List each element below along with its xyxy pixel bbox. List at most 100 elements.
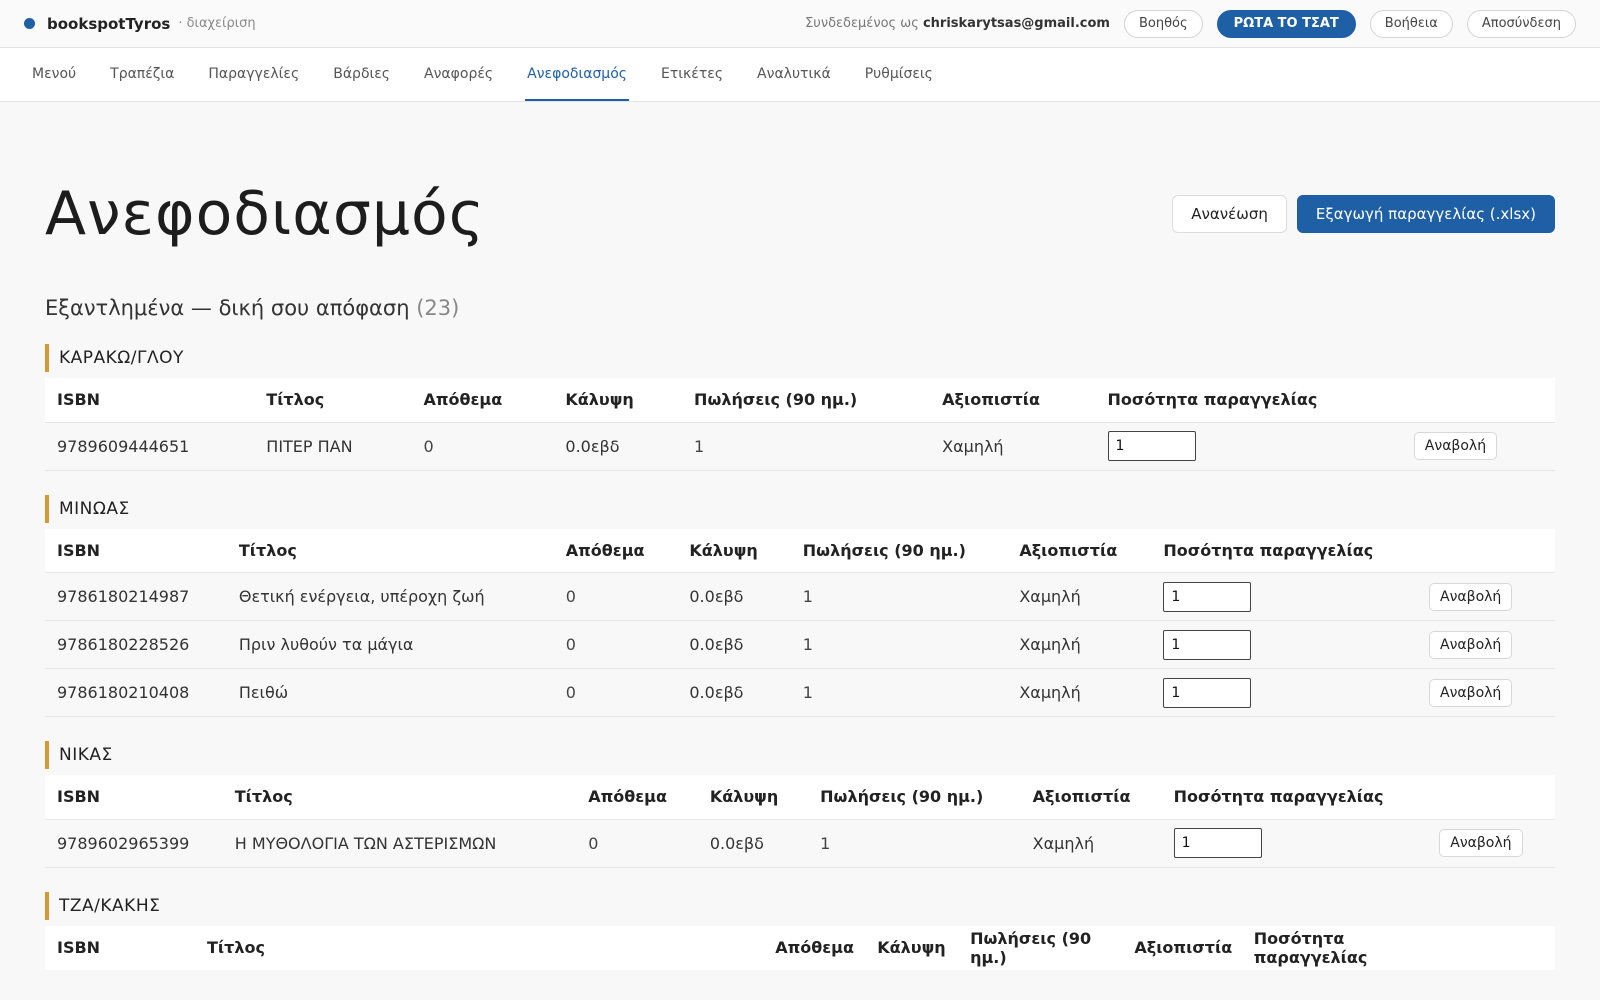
column-header-actions [1417, 925, 1555, 970]
reliability-cell: Χαμηλή [1020, 818, 1162, 868]
defer-button[interactable]: Αναβολή [1429, 582, 1513, 611]
brand-subtitle: · διαχείριση [178, 16, 256, 31]
column-header-stock: Απόθεμα [576, 775, 698, 819]
column-header-order-qty: Ποσότητα παραγγελίας [1241, 925, 1418, 970]
supplier-heading: ΚΑΡΑΚΩ/ΓΛΟΥ [45, 344, 1555, 372]
defer-button[interactable]: Αναβολή [1439, 829, 1523, 857]
title-cell: Πριν λυθούν τα μάγια [226, 620, 554, 669]
column-header-reliability: Αξιοπιστία [1007, 528, 1152, 573]
user-email: chriskarytsas@gmail.com [922, 16, 1110, 31]
main-nav: Μενού Τραπέζια Παραγγελίες Βάρδιες Αναφορές Α… [0, 48, 1600, 102]
brand-name: bookspotTyros [47, 14, 171, 33]
coverage-cell: 0.0εβδ [677, 668, 791, 717]
reliability-cell: Χαμηλή [1007, 668, 1152, 717]
tab-8[interactable]: Ρυθμίσεις [863, 48, 935, 101]
column-header-actions [1401, 378, 1555, 422]
order-qty-input[interactable] [1163, 629, 1252, 660]
order-qty-input[interactable] [1163, 677, 1252, 708]
sales-cell: 1 [790, 572, 1008, 621]
order-qty-input[interactable] [1107, 431, 1196, 461]
section-count: (23) [416, 296, 460, 320]
table-row: 9789602965399 Η ΜΥΘΟΛΟΓΙΑ ΤΩΝ ΑΣΤΕΡΙΣΜΩΝ 0… [45, 818, 1555, 868]
help-button[interactable]: Βοήθεια [1369, 9, 1453, 38]
title-cell: Η ΜΥΘΟΛΟΓΙΑ ΤΩΝ ΑΣΤΕΡΙΣΜΩΝ [222, 818, 577, 868]
supplier-groups: ΚΑΡΑΚΩ/ΓΛΟΥ ISBN Τίτλος Απόθεμα Κάλυψη Πωλήσε… [45, 344, 1555, 970]
actions-cell: Αναβολή [1417, 572, 1555, 621]
logged-in-info: Συνδεδεμένος ως chriskarytsas@gmail.com [805, 16, 1110, 31]
stock-cell: 0 [411, 421, 554, 471]
title-cell: ΠΙΤΕΡ ΠΑΝ [254, 421, 412, 471]
table-header-row: ISBN Τίτλος Απόθεμα Κάλυψη Πωλήσεις (90 ημ.)… [45, 775, 1555, 819]
column-header-order-qty: Ποσότητα παραγγελίας [1151, 528, 1418, 573]
supplier-heading: ΜΙΝΩΑΣ [45, 494, 1555, 523]
tab-1[interactable]: Τραπέζια [108, 48, 176, 101]
column-header-title: Τίτλος [194, 925, 764, 970]
column-header-stock: Απόθεμα [763, 925, 866, 970]
column-header-coverage: Κάλυψη [677, 528, 791, 573]
title-cell: Πειθώ [226, 668, 554, 717]
column-header-sales: Πωλήσεις (90 ημ.) [808, 775, 1021, 819]
order-qty-cell [1151, 668, 1418, 717]
table-header-row: ISBN Τίτλος Απόθεμα Κάλυψη Πωλήσεις (90 ημ.)… [45, 528, 1555, 573]
ask-chat-button[interactable]: ΡΩΤΑ ΤΟ ΤΣΑΤ [1216, 9, 1356, 38]
top-bar: bookspotTyros · διαχείριση Συνδεδεμένος … [0, 0, 1600, 48]
refresh-button[interactable]: Ανανέωση [1172, 195, 1287, 233]
column-header-isbn: ISBN [45, 775, 223, 819]
status-dot-icon [24, 18, 35, 29]
actions-cell: Αναβολή [1401, 421, 1555, 471]
reorder-table: ISBN Τίτλος Απόθεμα Κάλυψη Πωλήσεις (90 ημ.)… [45, 925, 1555, 970]
defer-button[interactable]: Αναβολή [1429, 630, 1513, 659]
assistant-button[interactable]: Βοηθός [1123, 9, 1203, 38]
table-row: 9786180210408Πειθώ00.0εβδ1Χαμηλή Αναβολή [45, 668, 1555, 717]
order-qty-input[interactable] [1173, 828, 1262, 858]
actions-cell: Αναβολή [1417, 620, 1555, 669]
order-qty-input[interactable] [1163, 581, 1252, 612]
defer-button[interactable]: Αναβολή [1429, 678, 1513, 707]
logged-in-prefix: Συνδεδεμένος ως [805, 16, 919, 31]
order-qty-cell [1095, 421, 1402, 471]
logout-button[interactable]: Αποσύνδεση [1466, 9, 1576, 38]
sales-cell: 1 [808, 818, 1021, 868]
column-header-order-qty: Ποσότητα παραγγελίας [1161, 775, 1428, 819]
table-header-row: ISBN Τίτλος Απόθεμα Κάλυψη Πωλήσεις (90 ημ.)… [45, 925, 1555, 970]
tab-4[interactable]: Αναφορές [422, 48, 495, 101]
coverage-cell: 0.0εβδ [677, 620, 791, 669]
brand: bookspotTyros · διαχείριση [24, 15, 256, 33]
column-header-sales: Πωλήσεις (90 ημ.) [790, 528, 1008, 573]
reliability-cell: Χαμηλή [1007, 620, 1152, 669]
export-order-button[interactable]: Εξαγωγή παραγγελίας (.xlsx) [1296, 195, 1555, 233]
stock-cell: 0 [553, 668, 678, 717]
order-qty-cell [1161, 818, 1428, 868]
column-header-sales: Πωλήσεις (90 ημ.) [682, 378, 931, 422]
tab-3[interactable]: Βάρδιες [331, 48, 392, 101]
sales-cell: 1 [682, 421, 931, 471]
column-header-stock: Απόθεμα [553, 528, 678, 573]
column-header-isbn: ISBN [45, 925, 195, 970]
column-header-title: Τίτλος [222, 775, 577, 819]
page-title: Ανεφοδιασμός [45, 179, 485, 249]
title-cell: Θετική ενέργεια, υπέροχη ζωή [226, 572, 554, 621]
table-header-row: ISBN Τίτλος Απόθεμα Κάλυψη Πωλήσεις (90 ημ.)… [45, 378, 1555, 422]
isbn-cell: 9789602965399 [45, 818, 223, 868]
column-header-coverage: Κάλυψη [553, 378, 683, 422]
defer-button[interactable]: Αναβολή [1413, 432, 1498, 460]
coverage-cell: 0.0εβδ [697, 818, 809, 868]
sales-cell: 1 [790, 668, 1008, 717]
isbn-cell: 9786180214987 [45, 572, 227, 621]
column-header-reliability: Αξιοπιστία [930, 378, 1096, 422]
isbn-cell: 9789609444651 [45, 421, 255, 471]
order-qty-cell [1151, 572, 1418, 621]
stock-cell: 0 [553, 620, 678, 669]
section-title: Εξαντλημένα — δική σου απόφαση (23) [45, 296, 1555, 320]
coverage-cell: 0.0εβδ [553, 421, 683, 471]
column-header-sales: Πωλήσεις (90 ημ.) [958, 925, 1123, 970]
tab-5[interactable]: Ανεφοδιασμός [525, 48, 629, 101]
tab-6[interactable]: Ετικέτες [659, 48, 725, 101]
isbn-cell: 9786180210408 [45, 668, 227, 717]
tab-0[interactable]: Μενού [30, 48, 78, 101]
tab-2[interactable]: Παραγγελίες [206, 48, 301, 101]
actions-cell: Αναβολή [1417, 668, 1555, 717]
column-header-reliability: Αξιοπιστία [1122, 925, 1242, 970]
column-header-title: Τίτλος [226, 528, 554, 573]
tab-7[interactable]: Αναλυτικά [755, 48, 833, 101]
